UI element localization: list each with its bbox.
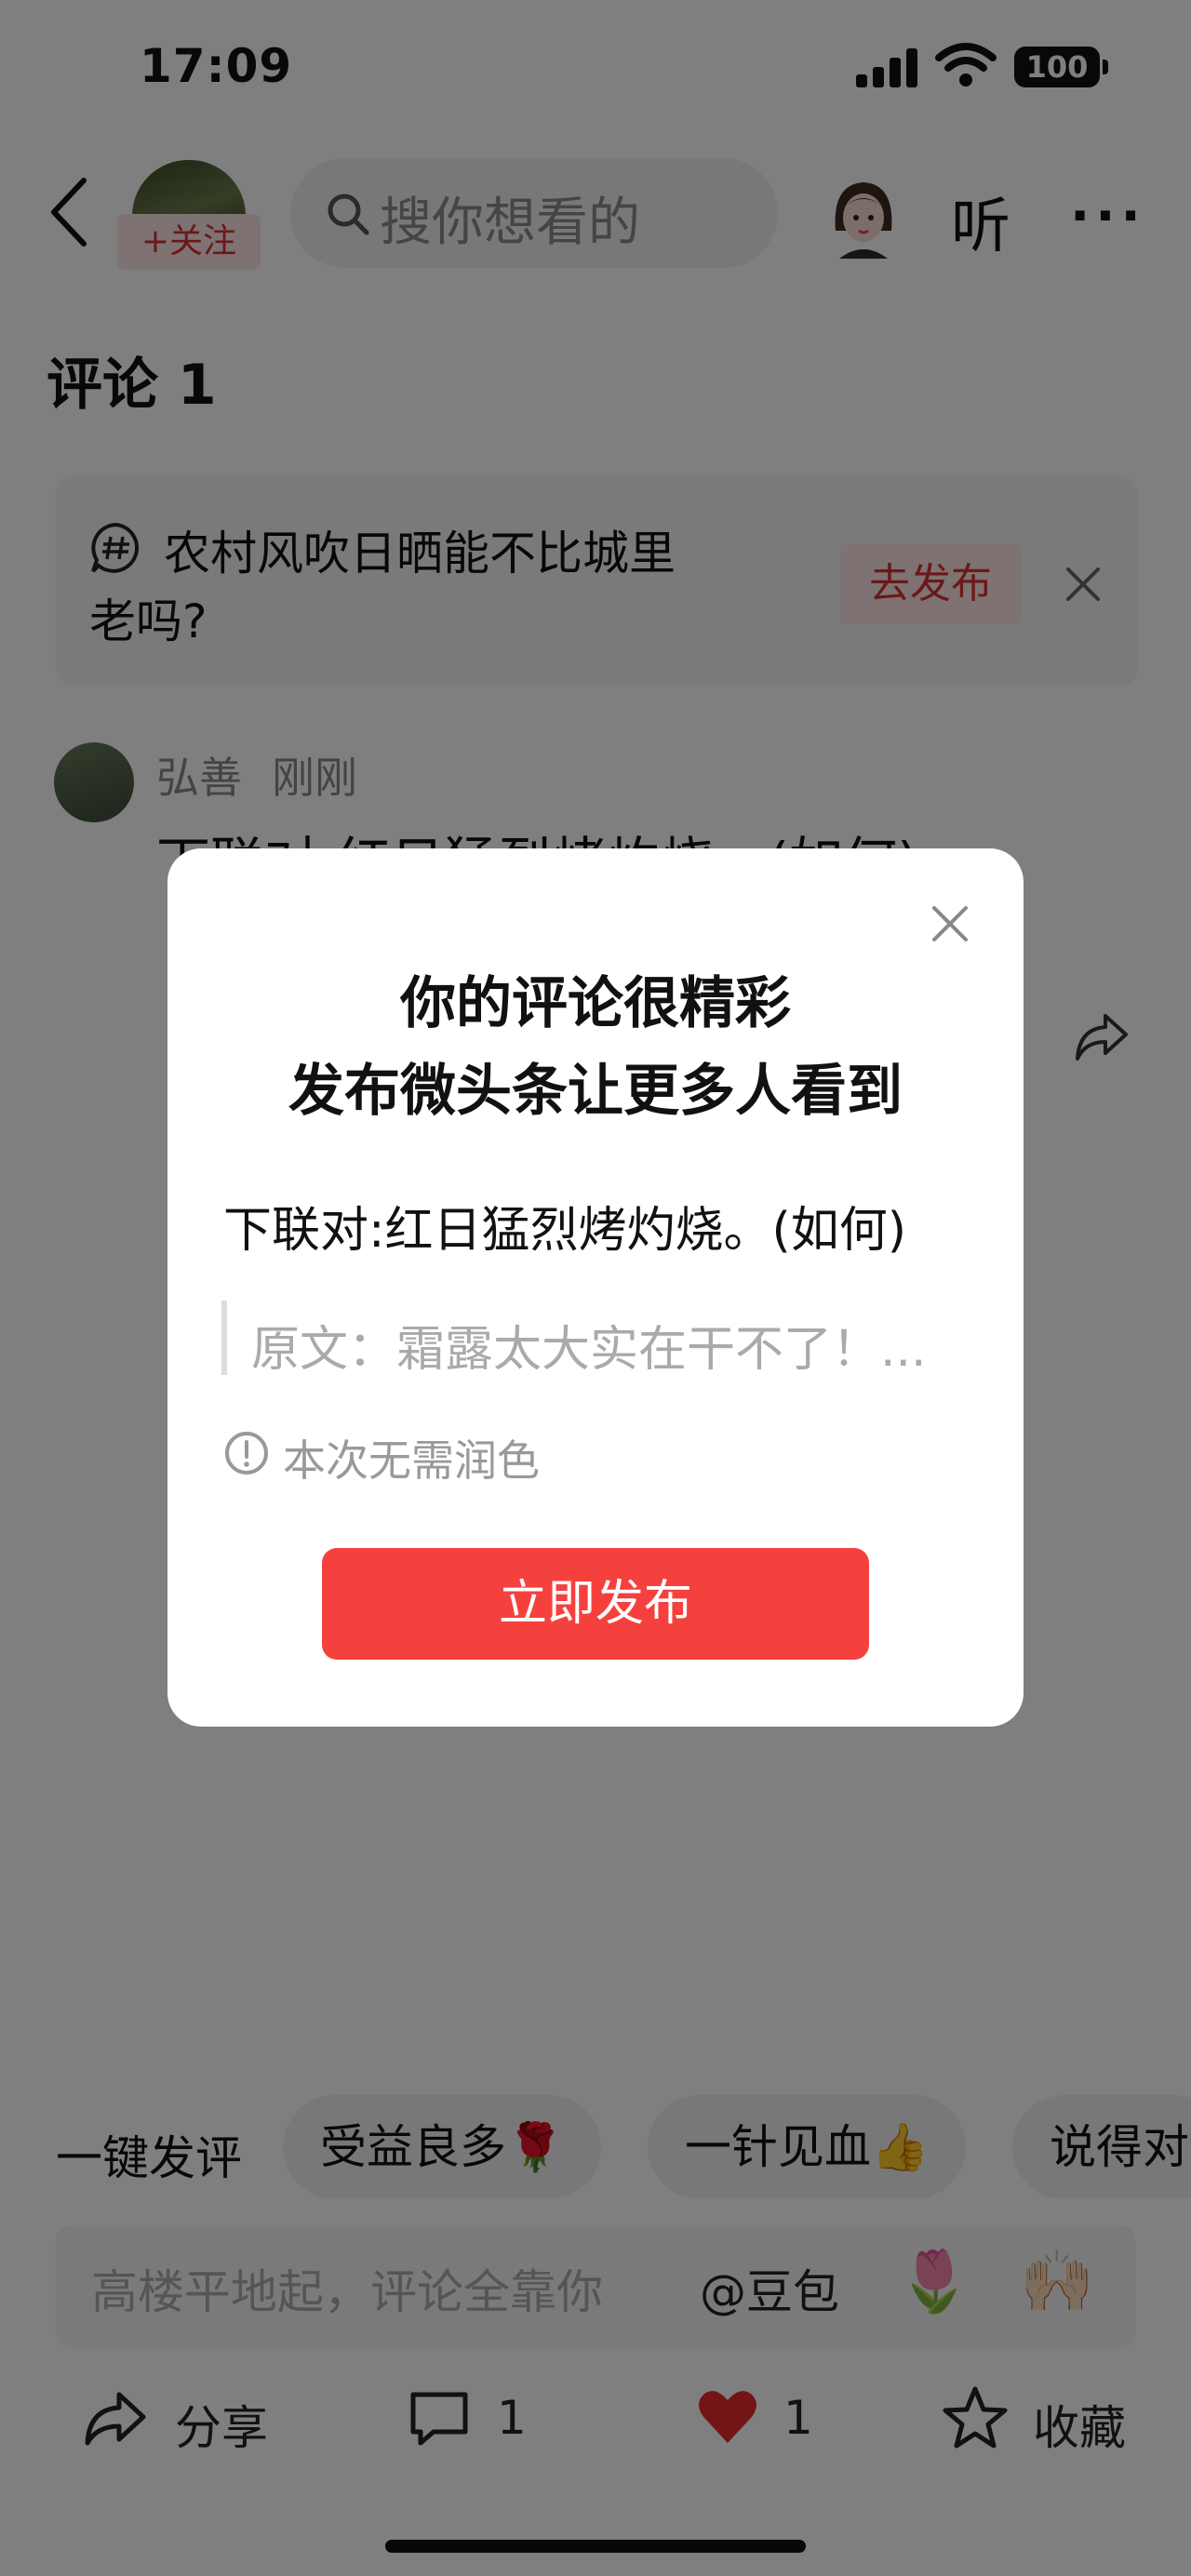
- dialog-title-line2: 发布微头条让更多人看到: [288, 1059, 903, 1124]
- dialog-comment-text: 下联对:红日猛烈烤灼烧。(如何): [223, 1203, 907, 1259]
- publish-now-button[interactable]: 立即发布: [322, 1548, 869, 1660]
- quote-bar: [221, 1301, 227, 1375]
- dialog-original-quote: 原文：霜露太大实在干不了！...: [251, 1322, 927, 1378]
- info-icon: [225, 1432, 268, 1475]
- dialog-note: 本次无需润色: [283, 1435, 540, 1486]
- dialog-close-icon[interactable]: [927, 901, 973, 947]
- dialog-title-line1: 你的评论很精彩: [400, 971, 791, 1036]
